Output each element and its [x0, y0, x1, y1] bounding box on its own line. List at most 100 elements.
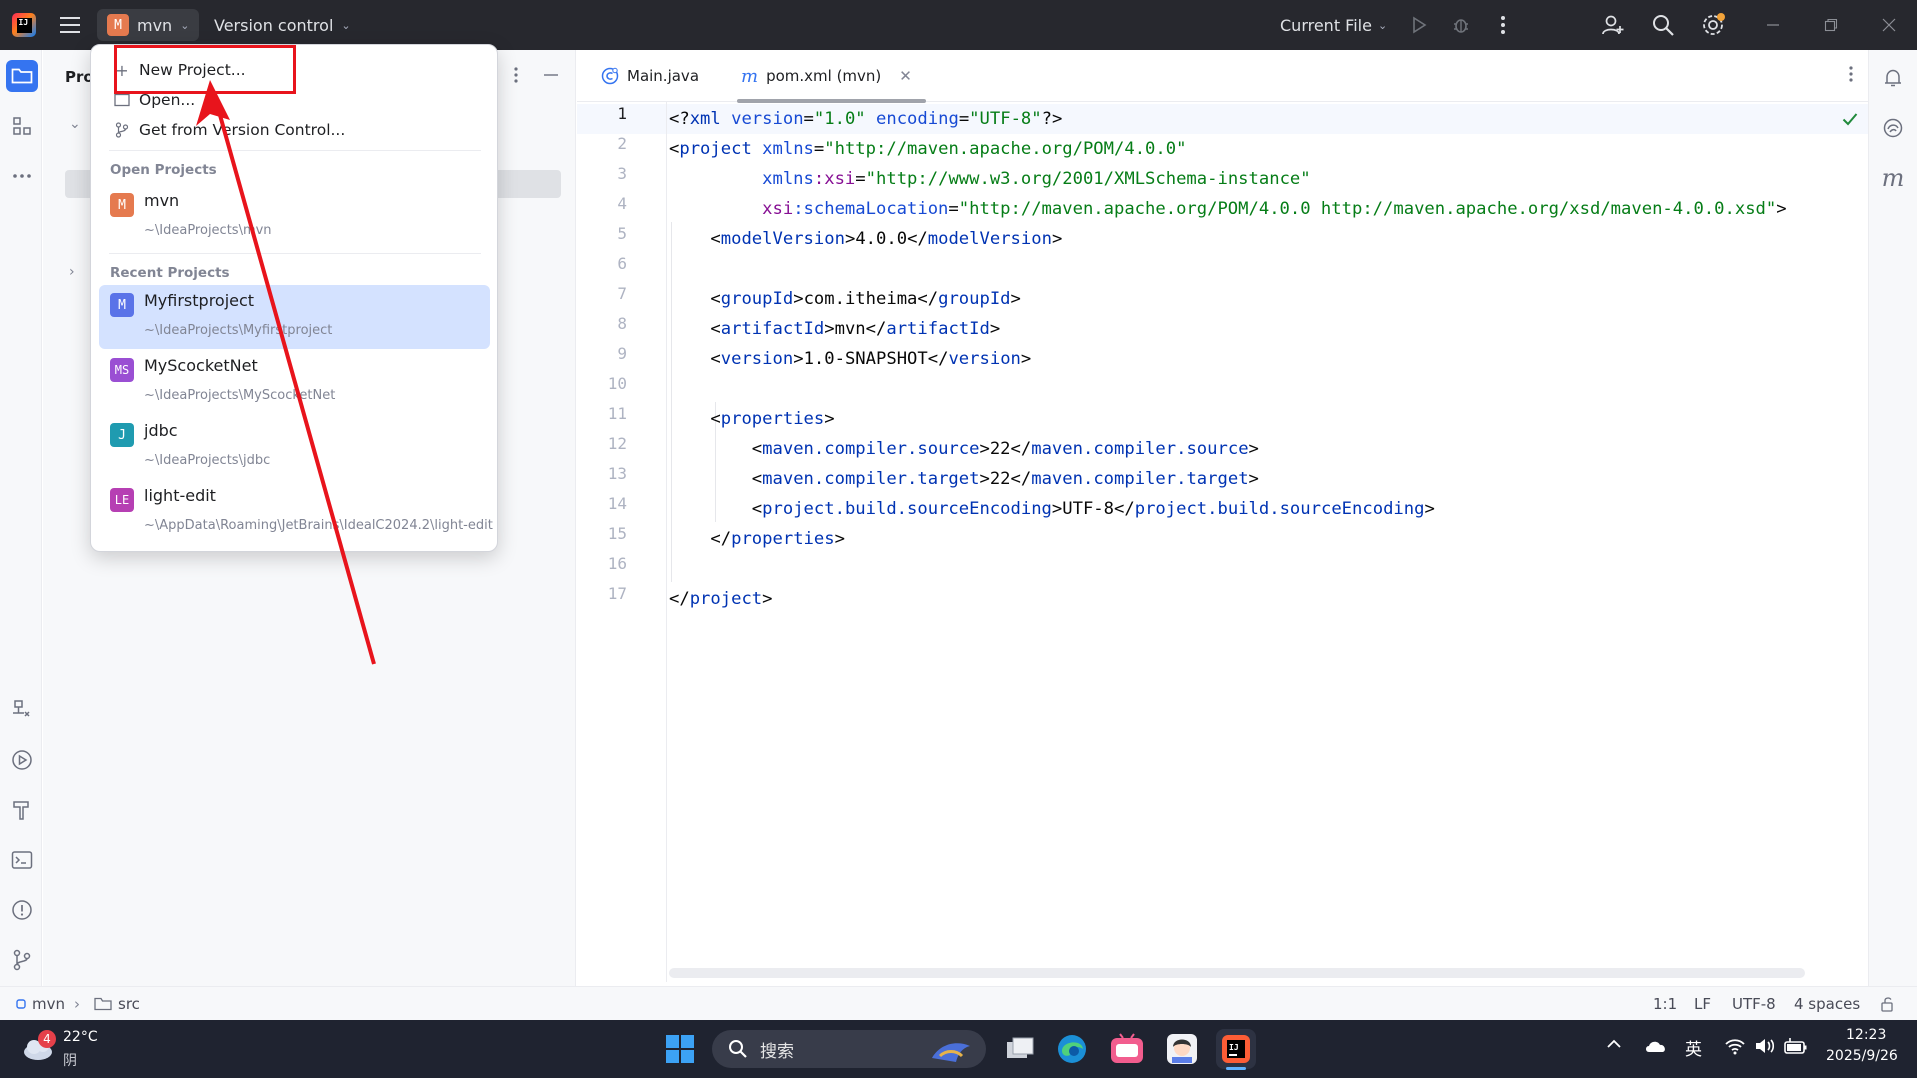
project-badge: LE	[110, 488, 134, 512]
open-project-item-mvn[interactable]: M mvn ~\IdeaProjects\mvn	[99, 185, 490, 249]
show-hidden-icons-chevron-icon[interactable]	[1606, 1038, 1622, 1050]
more-tool-windows-icon[interactable]	[6, 160, 38, 192]
taskbar-search-box[interactable]: 搜索	[712, 1030, 986, 1068]
project-switcher-popup: + New Project... Open... Get from Versio…	[90, 44, 498, 552]
project-switcher-button[interactable]: M mvn ⌄	[97, 9, 200, 41]
line-number: 3	[617, 164, 627, 183]
bilibili-app-icon[interactable]	[1107, 1029, 1147, 1069]
ime-indicator[interactable]: 英	[1685, 1035, 1702, 1060]
clock-date[interactable]: 2025/9/26	[1826, 1048, 1898, 1064]
code-line-7: <groupId>com.itheima</groupId>	[710, 289, 1021, 309]
search-icon	[729, 1040, 747, 1058]
title-bar: IJ M mvn ⌄ Version control ⌄ Current Fil…	[0, 0, 1917, 50]
read-only-lock-icon[interactable]	[1880, 987, 1896, 1021]
editor-area: Main.java m pom.xml (mvn) ✕ 1 2 3 4 5 6 …	[577, 50, 1868, 986]
run-tool-icon[interactable]	[6, 744, 38, 776]
recent-project-item-myfirstproject[interactable]: M Myfirstproject ~\IdeaProjects\Myfirstp…	[99, 285, 490, 349]
recent-project-item-light-edit[interactable]: LE light-edit ~\AppData\Roaming\JetBrain…	[99, 480, 493, 544]
volume-speaker-icon[interactable]	[1754, 1037, 1776, 1055]
indent-setting[interactable]: 4 spaces	[1794, 987, 1860, 1021]
line-number: 16	[607, 554, 627, 573]
line-number: 8	[617, 314, 627, 333]
minimize-icon[interactable]	[1760, 12, 1786, 38]
onedrive-cloud-icon[interactable]	[1644, 1038, 1668, 1054]
ai-assistant-icon[interactable]	[1877, 112, 1909, 144]
search-highlight-bird-icon	[932, 1043, 970, 1062]
close-window-icon[interactable]	[1876, 12, 1902, 38]
build-hammer-icon[interactable]	[6, 794, 38, 826]
tree-collapsed-chevron-icon[interactable]: ›	[69, 264, 75, 280]
breadcrumb-project[interactable]: mvn	[16, 987, 65, 1021]
search-placeholder: 搜索	[760, 1041, 794, 1062]
services-icon[interactable]	[6, 694, 38, 726]
task-view-icon[interactable]	[1000, 1029, 1040, 1069]
caret-position[interactable]: 1:1	[1653, 987, 1677, 1021]
code-line-12: <maven.compiler.source>22</maven.compile…	[751, 439, 1259, 459]
main-menu-icon[interactable]	[58, 14, 82, 36]
chevron-down-icon: ⌄	[1377, 18, 1388, 32]
code-line-14: <project.build.sourceEncoding>UTF-8</pro…	[751, 499, 1435, 519]
run-icon[interactable]	[1406, 12, 1432, 38]
left-tool-strip	[0, 50, 42, 986]
tab-pom-xml[interactable]: m pom.xml (mvn) ✕	[727, 50, 926, 103]
settings-gear-icon[interactable]	[1700, 12, 1726, 38]
problems-icon[interactable]	[6, 894, 38, 926]
recent-projects-header: Recent Projects	[110, 265, 230, 281]
restore-icon[interactable]	[1818, 12, 1844, 38]
project-path: ~\IdeaProjects\MyScocketNet	[144, 388, 336, 403]
no-problems-check-icon[interactable]	[1842, 110, 1858, 131]
add-user-icon[interactable]	[1600, 12, 1626, 38]
horizontal-scrollbar[interactable]	[669, 968, 1805, 978]
battery-icon[interactable]	[1784, 1037, 1808, 1055]
close-tab-icon[interactable]: ✕	[899, 67, 912, 85]
gutter-separator	[666, 102, 667, 982]
more-actions-icon[interactable]	[1490, 12, 1516, 38]
search-icon[interactable]	[1650, 12, 1676, 38]
maven-tool-icon[interactable]: m	[1877, 162, 1909, 194]
debug-icon[interactable]	[1448, 12, 1474, 38]
tab-main-java[interactable]: Main.java	[587, 50, 713, 102]
run-config-selector[interactable]: Current File ⌄	[1280, 9, 1387, 41]
start-windows-icon[interactable]	[660, 1029, 700, 1069]
wifi-icon[interactable]	[1724, 1037, 1746, 1055]
project-name: mvn	[137, 15, 173, 35]
tree-expand-chevron-icon[interactable]: ⌄	[69, 116, 81, 132]
hide-panel-icon[interactable]	[543, 66, 559, 89]
tab-options-icon[interactable]	[1848, 65, 1854, 88]
panel-options-icon[interactable]	[513, 66, 519, 89]
git-branch-icon[interactable]	[6, 944, 38, 976]
clock-time[interactable]: 12:23	[1846, 1027, 1886, 1043]
code-line-1: <?xml version="1.0" encoding="UTF-8"?>	[669, 109, 1063, 129]
file-encoding[interactable]: UTF-8	[1732, 987, 1776, 1021]
get-from-vcs-menu-item[interactable]: Get from Version Control...	[101, 115, 487, 145]
right-tool-strip: m	[1868, 50, 1917, 986]
code-line-13: <maven.compiler.target>22</maven.compile…	[751, 469, 1259, 489]
code-line-15: </properties>	[710, 529, 845, 549]
code-line-5: <modelVersion>4.0.0</modelVersion>	[710, 229, 1063, 249]
code-content[interactable]: <?xml version="1.0" encoding="UTF-8"?> <…	[669, 102, 1864, 982]
code-line-4: xsi:schemaLocation="http://maven.apache.…	[762, 199, 1787, 219]
project-tool-folder-icon[interactable]	[6, 60, 38, 92]
line-number: 17	[607, 584, 627, 603]
temperature-text: 22°C	[63, 1029, 98, 1045]
line-number: 12	[607, 434, 627, 453]
version-control-button[interactable]: Version control ⌄	[214, 9, 351, 41]
line-separator[interactable]: LF	[1694, 987, 1711, 1021]
edge-browser-icon[interactable]	[1052, 1029, 1092, 1069]
svg-text:IJ: IJ	[1229, 1043, 1239, 1052]
version-control-label: Version control	[214, 15, 334, 35]
breadcrumb-folder[interactable]: src	[94, 987, 140, 1021]
recent-project-item-myscocketnet[interactable]: MS MyScocketNet ~\IdeaProjects\MyScocket…	[99, 350, 490, 414]
recent-project-item-jdbc[interactable]: J jdbc ~\IdeaProjects\jdbc	[99, 415, 490, 479]
line-number: 10	[607, 374, 627, 393]
structure-icon[interactable]	[6, 110, 38, 142]
weather-widget[interactable]: 4	[20, 1030, 56, 1062]
intellij-taskbar-icon[interactable]: IJ	[1216, 1029, 1256, 1070]
avatar-app-icon[interactable]	[1162, 1029, 1202, 1069]
line-number: 6	[617, 254, 627, 273]
line-number: 15	[607, 524, 627, 543]
terminal-icon[interactable]	[6, 844, 38, 876]
notifications-bell-icon[interactable]	[1877, 62, 1909, 94]
intellij-logo-icon[interactable]: IJ	[12, 13, 36, 37]
annotation-highlight-box	[114, 45, 296, 94]
